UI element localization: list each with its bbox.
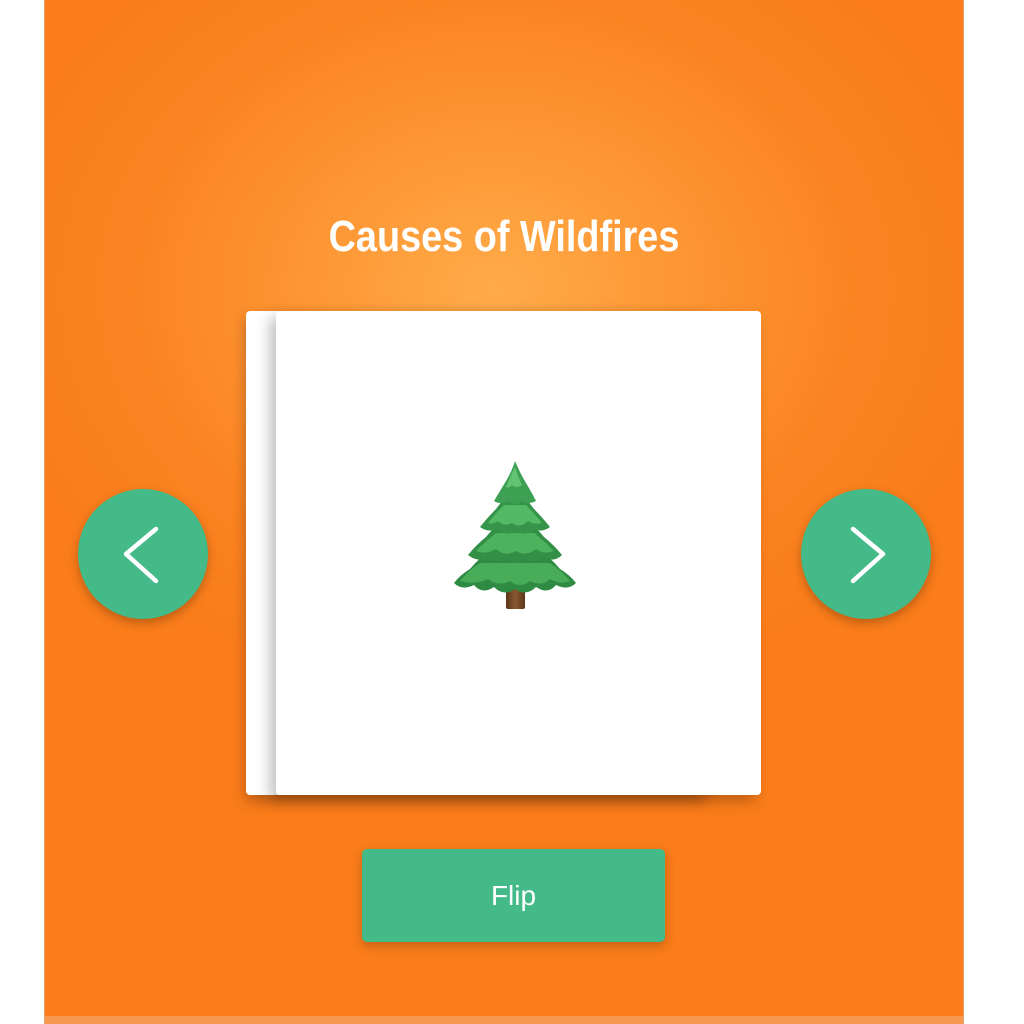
flashcard[interactable]	[276, 311, 761, 795]
flip-button[interactable]: Flip	[362, 849, 665, 942]
bottom-edge	[45, 1016, 963, 1024]
deck-title: Causes of Wildfires	[328, 212, 680, 261]
flashcard-screen: Causes of Wildfires Flip	[44, 0, 964, 1024]
next-card-button[interactable]	[801, 489, 931, 619]
previous-card-button[interactable]	[78, 489, 208, 619]
chevron-right-icon	[850, 526, 886, 584]
chevron-left-icon	[123, 526, 159, 584]
evergreen-tree-icon	[454, 461, 576, 609]
